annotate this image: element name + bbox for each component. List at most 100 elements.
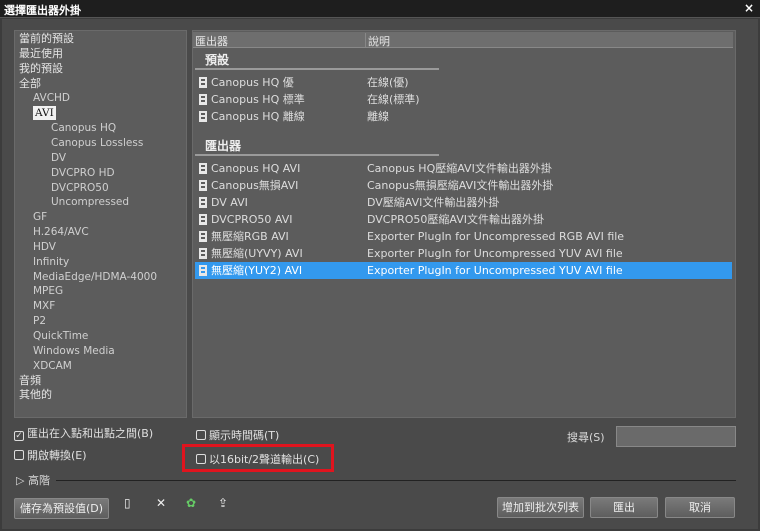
list-row[interactable]: Canopus HQ 標準 在線(標準) <box>195 91 732 108</box>
tree-item[interactable]: 我的預設 <box>19 62 63 76</box>
list-row[interactable]: 無壓縮(YUY2) AVI Exporter PlugIn for Uncompr… <box>195 262 732 279</box>
divider <box>56 480 736 481</box>
tree-item[interactable]: QuickTime <box>33 329 88 343</box>
tree-item[interactable]: Canopus HQ <box>51 121 116 135</box>
add-to-batch-button[interactable]: 增加到批次列表 <box>497 497 584 518</box>
timecode-label: 顯示時間碼(T) <box>209 429 280 442</box>
delete-icon[interactable]: ✕ <box>156 496 166 510</box>
convert-checkbox[interactable]: 開啟轉換(E) <box>14 447 87 463</box>
exporter-name: Canopus無損AVI <box>211 179 299 192</box>
advanced-label: 高階 <box>27 474 50 487</box>
cancel-button[interactable]: 取消 <box>665 497 735 518</box>
section-title: 匯出器 <box>205 139 242 153</box>
list-row[interactable]: DV AVI DV壓縮AVI文件輸出器外掛 <box>195 194 732 211</box>
tree-item[interactable]: H.264/AVC <box>33 225 89 239</box>
title-bar: 選擇匯出器外掛 × <box>0 0 760 18</box>
section-divider <box>195 154 439 156</box>
exporter-name: DVCPRO50 AVI <box>211 213 293 226</box>
expand-arrow-icon: ▷ <box>16 474 25 487</box>
save-icon[interactable]: ▯ <box>124 496 131 510</box>
tree-item[interactable]: AVCHD <box>33 91 70 105</box>
film-icon <box>199 163 207 174</box>
tree-item[interactable]: MPEG <box>33 284 63 298</box>
film-icon <box>199 265 207 276</box>
column-header-description[interactable]: 說明 <box>365 33 390 48</box>
tree-item[interactable]: P2 <box>33 314 46 328</box>
list-row[interactable]: Canopus HQ 離線 離線 <box>195 108 732 125</box>
tree-item[interactable]: 音頻 <box>19 374 41 388</box>
list-row[interactable]: 無壓縮(UYVY) AVI Exporter PlugIn for Uncompr… <box>195 245 732 262</box>
highlight-box <box>182 444 334 472</box>
tree-item[interactable]: XDCAM <box>33 359 72 373</box>
exporter-description: Canopus無損壓縮AVI文件輸出器外掛 <box>367 179 554 192</box>
advanced-toggle[interactable]: ▷ 高階 <box>16 472 50 488</box>
settings-icon[interactable]: ✿ <box>186 496 196 510</box>
column-header-exporter[interactable]: 匯出器 <box>195 33 228 49</box>
export-button[interactable]: 匯出 <box>590 497 658 518</box>
tree-item[interactable]: HDV <box>33 240 56 254</box>
list-row[interactable]: DVCPRO50 AVI DVCPRO50壓縮AVI文件輸出器外掛 <box>195 211 732 228</box>
list-row[interactable]: Canopus HQ 優 在線(優) <box>195 74 732 91</box>
exporter-description: Canopus HQ壓縮AVI文件輸出器外掛 <box>367 162 552 175</box>
film-icon <box>199 77 207 88</box>
exporter-description: 在線(優) <box>367 76 409 89</box>
exporter-description: Exporter PlugIn for Uncompressed YUV AVI… <box>367 247 623 260</box>
film-icon <box>199 180 207 191</box>
exporter-name: 無壓縮(YUY2) AVI <box>211 264 303 277</box>
search-input[interactable] <box>616 426 736 447</box>
inout-label: 匯出在入點和出點之間(B) <box>27 427 154 440</box>
export-preset-icon[interactable]: ⇪ <box>218 496 228 510</box>
category-tree[interactable]: 當前的預設 最近使用 我的預設 全部 AVCHD AVI Canopus HQ Canopus… <box>14 30 187 418</box>
list-row[interactable]: Canopus無損AVI Canopus無損壓縮AVI文件輸出器外掛 <box>195 177 732 194</box>
exporter-description: DV壓縮AVI文件輸出器外掛 <box>367 196 500 209</box>
exporter-name: Canopus HQ 優 <box>211 76 294 89</box>
exporter-name: DV AVI <box>211 196 248 209</box>
film-icon <box>199 94 207 105</box>
convert-label: 開啟轉換(E) <box>27 449 87 462</box>
list-row[interactable]: Canopus HQ AVI Canopus HQ壓縮AVI文件輸出器外掛 <box>195 160 732 177</box>
tree-item[interactable]: DVCPRO50 <box>51 181 109 195</box>
search-label: 搜尋(S) <box>567 431 605 444</box>
film-icon <box>199 197 207 208</box>
film-icon <box>199 231 207 242</box>
exporter-description: DVCPRO50壓縮AVI文件輸出器外掛 <box>367 213 545 226</box>
checkbox-icon <box>14 450 24 460</box>
tree-item[interactable]: 當前的預設 <box>19 32 74 46</box>
exporter-description: 離線 <box>367 110 389 123</box>
film-icon <box>199 248 207 259</box>
checkbox-icon: ✓ <box>14 431 24 441</box>
exporter-name: 無壓縮(UYVY) AVI <box>211 247 303 260</box>
tree-item[interactable]: GF <box>33 210 47 224</box>
checkbox-icon <box>196 430 206 440</box>
section-title: 預設 <box>205 53 230 67</box>
film-icon <box>199 111 207 122</box>
exporter-description: Exporter PlugIn for Uncompressed RGB AVI… <box>367 230 625 243</box>
tree-item[interactable]: DV <box>51 151 66 165</box>
timecode-checkbox[interactable]: 顯示時間碼(T) <box>196 427 279 443</box>
tree-item[interactable]: Canopus Lossless <box>51 136 143 150</box>
close-button[interactable]: × <box>744 1 754 15</box>
tree-item[interactable]: AVI <box>33 106 56 121</box>
inout-checkbox[interactable]: ✓ 匯出在入點和出點之間(B) <box>14 425 153 441</box>
exporter-name: 無壓縮RGB AVI <box>211 230 289 243</box>
tree-item[interactable]: DVCPRO HD <box>51 166 115 180</box>
tree-item[interactable]: MediaEdge/HDMA-4000 <box>33 270 157 284</box>
tree-item[interactable]: 全部 <box>19 77 41 91</box>
save-preset-button[interactable]: 儲存為預設值(D) <box>14 498 109 519</box>
tree-item[interactable]: 最近使用 <box>19 47 63 61</box>
window-title: 選擇匯出器外掛 <box>4 4 81 17</box>
list-header: 匯出器 說明 <box>193 32 733 48</box>
tree-item[interactable]: Windows Media <box>33 344 115 358</box>
tree-item[interactable]: Uncompressed <box>51 195 129 209</box>
exporter-name: Canopus HQ 離線 <box>211 110 305 123</box>
exporter-name: Canopus HQ 標準 <box>211 93 305 106</box>
exporter-name: Canopus HQ AVI <box>211 162 301 175</box>
tree-item[interactable]: Infinity <box>33 255 69 269</box>
tree-item[interactable]: MXF <box>33 299 55 313</box>
section-divider <box>195 68 439 70</box>
exporter-list[interactable]: 匯出器 說明 預設 Canopus HQ 優 在線(優) Canopus HQ 標準 在… <box>192 30 736 418</box>
film-icon <box>199 214 207 225</box>
list-row[interactable]: 無壓縮RGB AVI Exporter PlugIn for Uncompress… <box>195 228 732 245</box>
tree-item[interactable]: 其他的 <box>19 388 52 402</box>
exporter-description: Exporter PlugIn for Uncompressed YUV AVI… <box>367 264 623 277</box>
